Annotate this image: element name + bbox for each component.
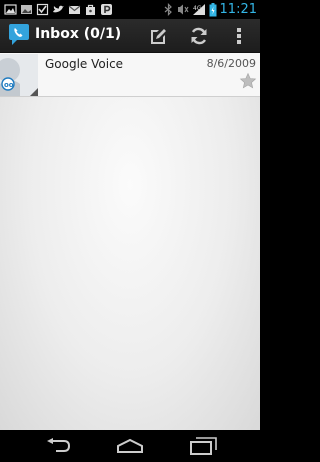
- signal-icon: 4G: [192, 4, 205, 15]
- compose-icon: [151, 28, 166, 44]
- bluetooth-icon: [164, 3, 172, 16]
- recents-icon: [190, 437, 217, 455]
- notification-icons: [4, 3, 113, 16]
- recents-button[interactable]: [183, 434, 223, 458]
- message-date: 8/6/2009: [206, 57, 256, 70]
- back-icon: [47, 438, 71, 452]
- action-bar: Inbox (0/1): [0, 19, 260, 53]
- svg-text:4G: 4G: [193, 5, 202, 12]
- message-sender: Google Voice: [45, 57, 124, 71]
- back-button[interactable]: [38, 434, 78, 458]
- svg-text:oo: oo: [4, 81, 14, 89]
- message-list[interactable]: oo Google Voice 8/6/2009: [0, 53, 260, 430]
- avatar: oo: [0, 54, 38, 96]
- home-icon: [117, 438, 143, 453]
- refresh-button[interactable]: [181, 19, 217, 52]
- status-bar: 4G 11:21: [0, 0, 260, 19]
- star-icon[interactable]: [239, 72, 257, 90]
- bird-icon: [53, 5, 64, 13]
- page-title: Inbox (0/1): [35, 26, 122, 42]
- overflow-menu-button[interactable]: [222, 19, 256, 52]
- home-button[interactable]: [110, 434, 150, 458]
- checkbox-icon: [36, 3, 49, 16]
- image-icon: [4, 4, 17, 15]
- gallery-icon: [21, 5, 32, 14]
- p-icon: [101, 4, 112, 15]
- compose-button[interactable]: [140, 19, 176, 52]
- clock: 11:21: [219, 2, 257, 17]
- list-item[interactable]: oo Google Voice 8/6/2009: [0, 53, 260, 97]
- voice-app-icon[interactable]: [8, 23, 30, 47]
- bag-icon: [86, 4, 95, 15]
- battery-icon: [209, 2, 217, 16]
- mute-icon: [177, 4, 189, 15]
- refresh-icon: [191, 27, 207, 44]
- gmail-icon: [68, 5, 81, 14]
- navigation-bar: [0, 430, 260, 462]
- overflow-menu-icon: [237, 27, 241, 44]
